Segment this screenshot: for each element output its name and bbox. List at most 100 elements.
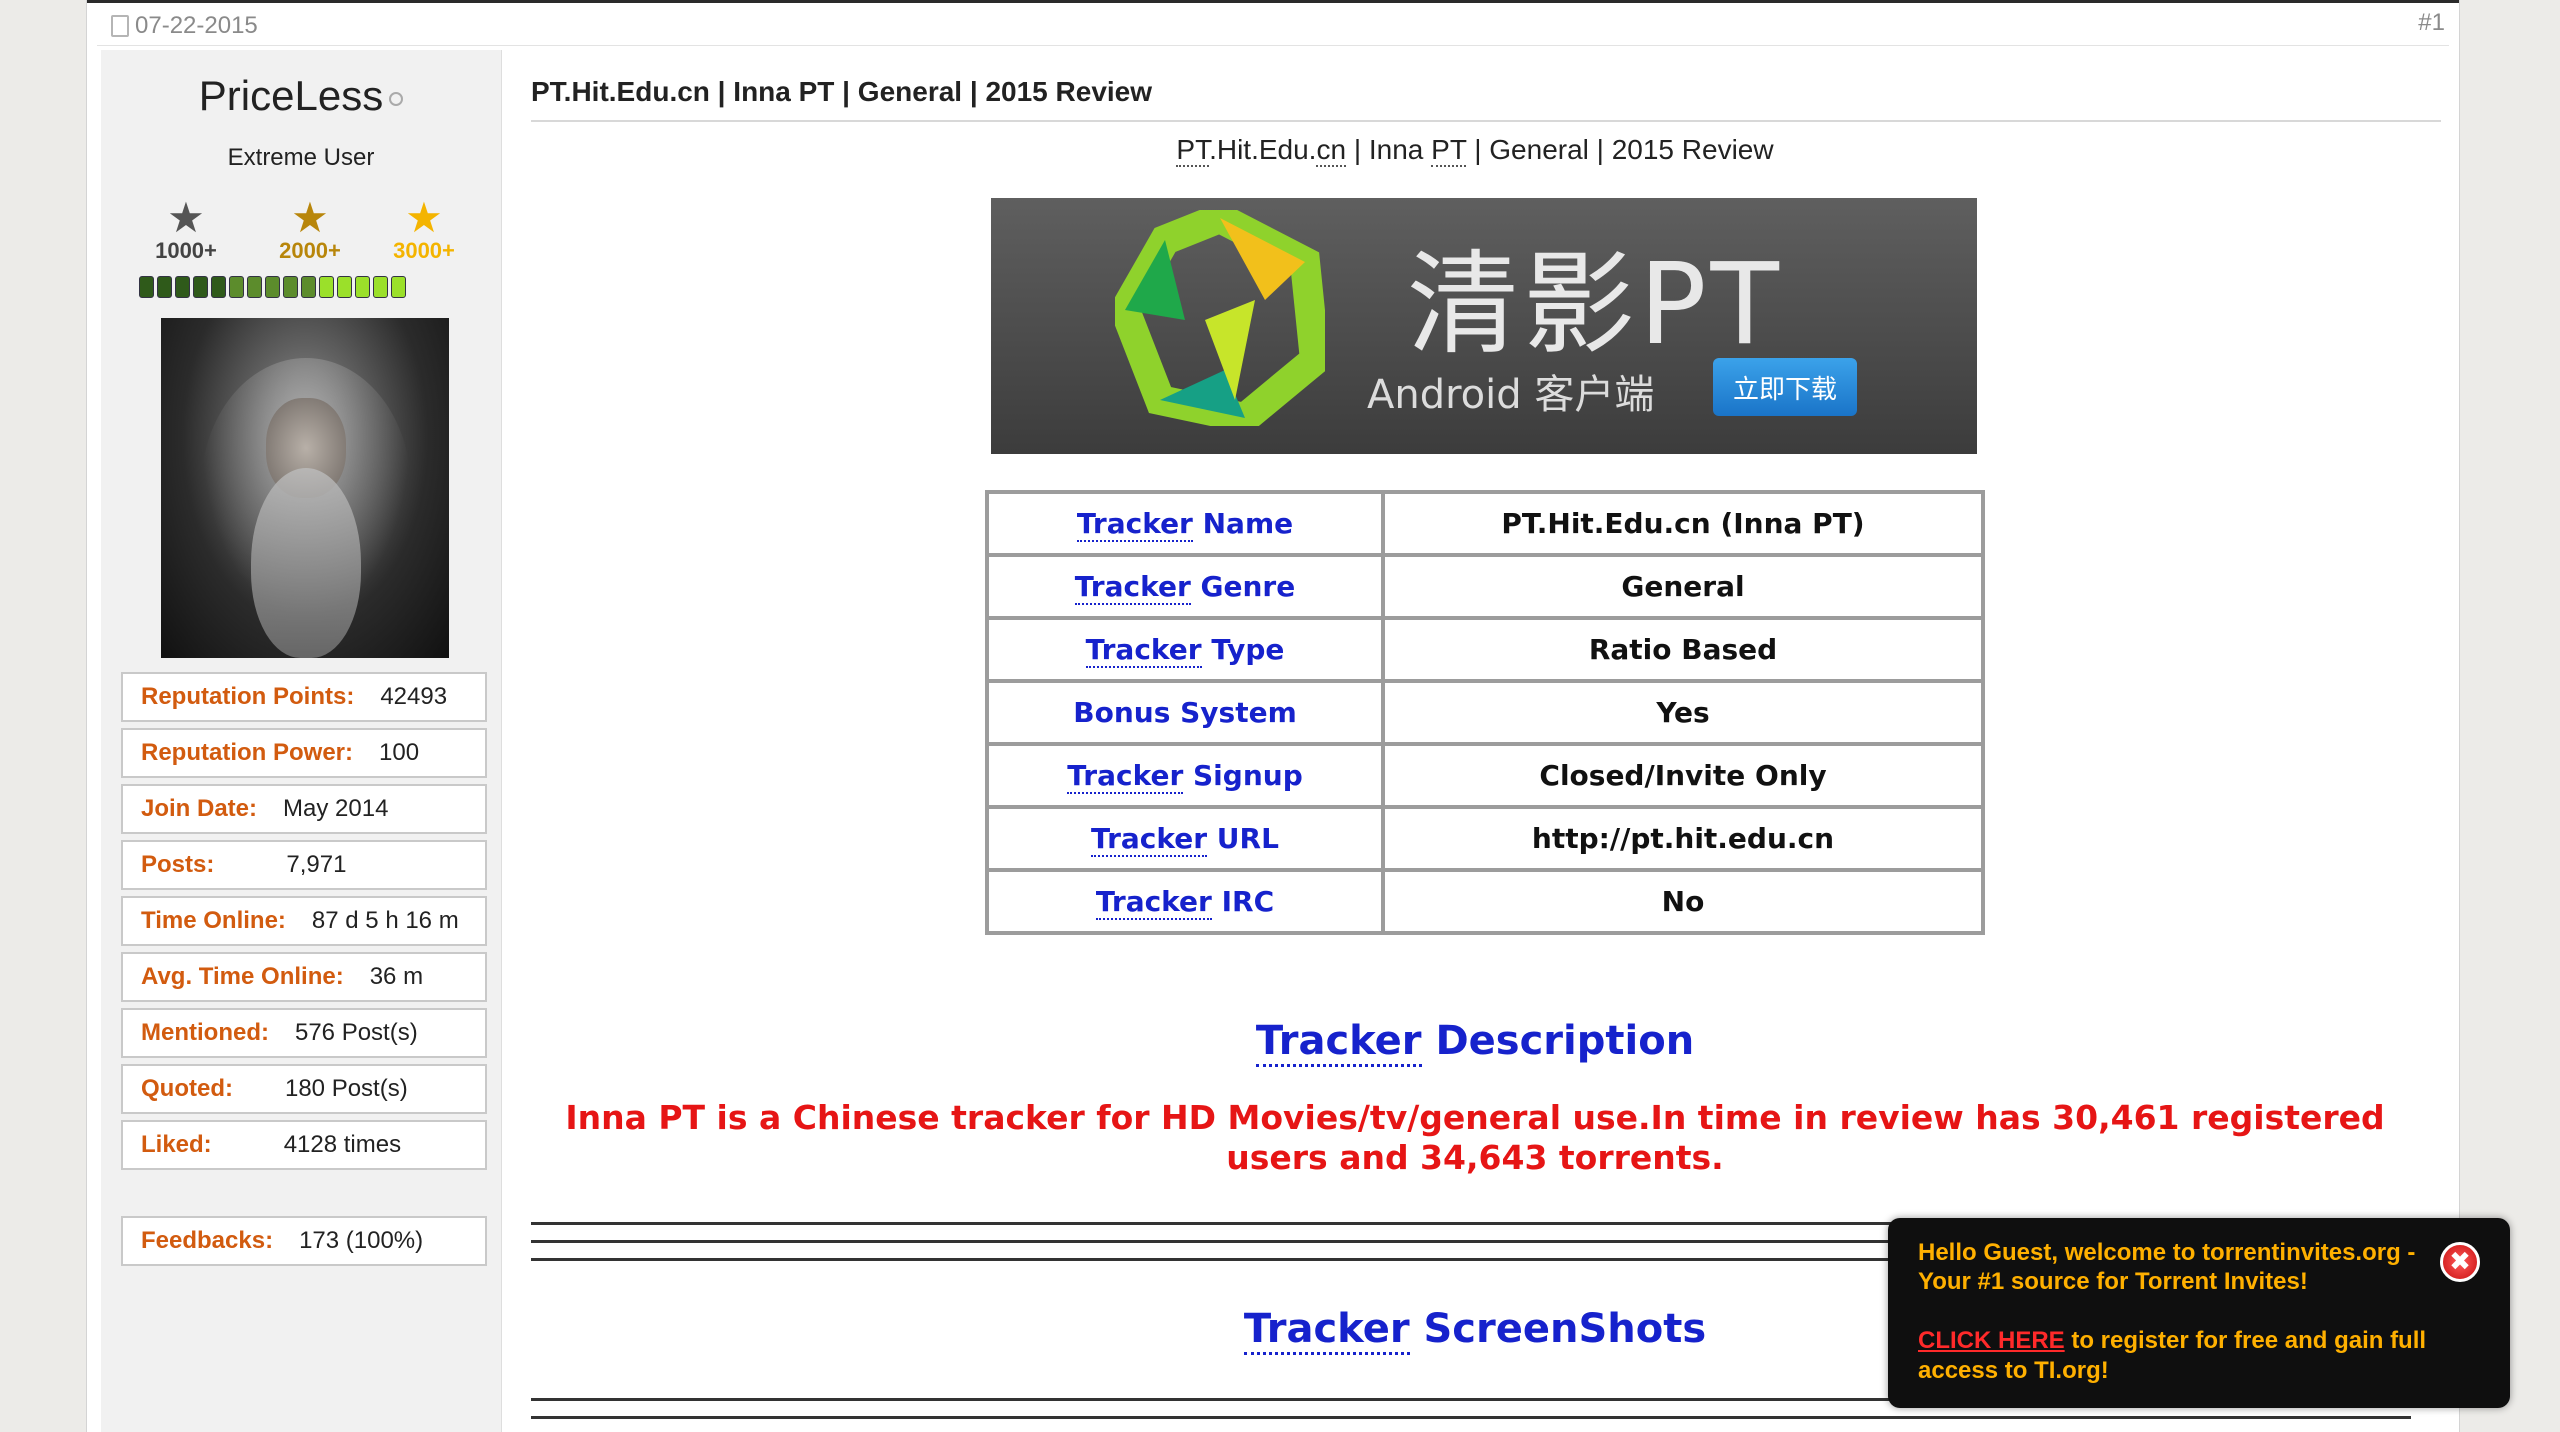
- keyword-link[interactable]: PT: [1176, 134, 1210, 167]
- post-date: 07-22-2015: [111, 12, 258, 40]
- tracker-description: Inna PT is a Chinese tracker for HD Movi…: [565, 1098, 2385, 1177]
- keyword-link[interactable]: cn: [1316, 134, 1347, 167]
- award-label: 1000+: [155, 238, 217, 263]
- award-3000: ★ 3000+: [369, 196, 479, 264]
- stat-row: Time Online: 87 d 5 h 16 m: [121, 896, 487, 946]
- tracker-key-text: IRC: [1211, 885, 1275, 918]
- stat-row: Quoted: 180 Post(s): [121, 1064, 487, 1114]
- keyword-link[interactable]: Tracker: [1243, 1306, 1410, 1355]
- offline-status-icon: [389, 91, 404, 106]
- tracker-row-value: General: [1381, 553, 1985, 620]
- star-icon: ★: [167, 194, 205, 241]
- download-now-button[interactable]: 立即下载: [1713, 358, 1857, 416]
- tracker-row-key: Bonus System: [985, 679, 1385, 746]
- post-header: 07-22-2015 #1: [97, 3, 2449, 46]
- stat-label: Time Online:: [141, 907, 286, 934]
- tracker-key-text: URL: [1207, 822, 1279, 855]
- reputation-segment: [157, 276, 172, 298]
- keyword-link[interactable]: Tracker: [1067, 759, 1184, 794]
- reputation-segment: [175, 276, 190, 298]
- post-title: PT.Hit.Edu.cn | Inna PT | General | 2015…: [531, 76, 1153, 107]
- reputation-segment: [301, 276, 316, 298]
- divider-line: [531, 1416, 2411, 1419]
- stat-row: Reputation Points: 42493: [121, 672, 487, 722]
- tracker-row: Tracker IRC No: [985, 868, 1985, 935]
- reputation-bar: [139, 276, 406, 300]
- tracker-row: Tracker URL http://pt.hit.edu.cn: [985, 805, 1985, 872]
- reputation-segment: [247, 276, 262, 298]
- user-avatar[interactable]: [161, 318, 449, 658]
- reputation-segment: [319, 276, 334, 298]
- tracker-row-key: Tracker Signup: [985, 742, 1385, 809]
- stat-row: Avg. Time Online: 36 m: [121, 952, 487, 1002]
- tracker-row-value: Ratio Based: [1381, 616, 1985, 683]
- click-here-link[interactable]: CLICK HERE: [1918, 1327, 2065, 1354]
- tracker-info-table: Tracker Name PT.Hit.Edu.cn (Inna PT) Track…: [985, 490, 1985, 935]
- popup-welcome-text: Hello Guest, welcome to torrentinvites.o…: [1918, 1239, 2416, 1295]
- tracker-row-key: Tracker URL: [985, 805, 1385, 872]
- stat-row: Reputation Power: 100: [121, 728, 487, 778]
- subtitle-text: | Inna: [1346, 134, 1432, 165]
- award-label: 2000+: [279, 238, 341, 263]
- qingying-logo-icon: [1115, 210, 1325, 426]
- keyword-link[interactable]: PT: [1431, 134, 1467, 167]
- keyword-link[interactable]: Tracker: [1074, 570, 1191, 605]
- keyword-link[interactable]: Tracker: [1095, 885, 1212, 920]
- reputation-segment: [139, 276, 154, 298]
- stat-label: Liked:: [141, 1131, 212, 1158]
- post-subtitle: PT.Hit.Edu.cn | Inna PT | General | 2015…: [531, 134, 2419, 167]
- tracker-row: Tracker Signup Closed/Invite Only: [985, 742, 1985, 809]
- reputation-segment: [193, 276, 208, 298]
- tracker-row-key: Tracker Name: [985, 490, 1385, 557]
- stat-value: May 2014: [283, 795, 389, 822]
- stat-value: 42493: [380, 683, 448, 710]
- stat-value: 180 Post(s): [284, 1075, 408, 1102]
- stat-value: 87 d 5 h 16 m: [311, 907, 459, 934]
- popup-register-text: CLICK HERE to register for free and gain…: [1918, 1326, 2458, 1386]
- user-stats: Reputation Points: 42493 Reputation Power…: [121, 672, 487, 1176]
- tracker-row-value: No: [1381, 868, 1985, 935]
- tracker-key-text: Name: [1192, 507, 1294, 540]
- keyword-link[interactable]: Tracker: [1085, 633, 1202, 668]
- banner-subtitle: Android 客户端: [1367, 372, 1655, 418]
- stat-label: Join Date:: [141, 795, 258, 822]
- stat-value: 576 Post(s): [294, 1019, 418, 1046]
- keyword-link[interactable]: Tracker: [1255, 1018, 1422, 1067]
- subtitle-text: | General | 2015 Review: [1466, 134, 1774, 165]
- post-number-link[interactable]: #1: [2418, 9, 2445, 37]
- post-date-text: 07-22-2015: [135, 12, 258, 39]
- stat-row: Join Date: May 2014: [121, 784, 487, 834]
- username[interactable]: PriceLess: [101, 72, 501, 120]
- award-label: 3000+: [393, 238, 455, 263]
- tracker-row: Tracker Type Ratio Based: [985, 616, 1985, 683]
- user-awards: ★ 1000+ ★ 2000+ ★ 3000+: [141, 196, 481, 264]
- stat-value: 7,971: [286, 851, 347, 878]
- stat-label: Posts:: [141, 851, 215, 878]
- page-icon: [111, 15, 129, 37]
- username-link[interactable]: PriceLess: [199, 72, 383, 119]
- keyword-link[interactable]: Tracker: [1076, 507, 1193, 542]
- app-banner-image[interactable]: 清影PT Android 客户端 立即下载: [991, 198, 1977, 454]
- stat-row: Mentioned: 576 Post(s): [121, 1008, 487, 1058]
- stat-label: Reputation Points:: [141, 683, 355, 710]
- user-title: Extreme User: [227, 144, 375, 171]
- close-icon[interactable]: ✖: [2440, 1242, 2480, 1282]
- reputation-segment: [265, 276, 280, 298]
- reputation-segment: [229, 276, 244, 298]
- feedback-box: Feedbacks: 173 (100%): [121, 1216, 487, 1272]
- user-sidebar: PriceLess Extreme User ★ 1000+ ★ 2000+ ★…: [101, 50, 502, 1432]
- tracker-row-value: Yes: [1381, 679, 1985, 746]
- stat-label: Avg. Time Online:: [141, 963, 344, 990]
- tracker-row-key: Tracker IRC: [985, 868, 1385, 935]
- reputation-segment: [373, 276, 388, 298]
- tracker-row-key: Tracker Genre: [985, 553, 1385, 620]
- keyword-link[interactable]: Tracker: [1091, 822, 1208, 857]
- tracker-key-text: Genre: [1190, 570, 1296, 603]
- star-icon: ★: [405, 194, 443, 241]
- stat-label: Reputation Power:: [141, 739, 354, 766]
- stat-label: Mentioned:: [141, 1019, 269, 1046]
- stat-value: 100: [379, 739, 420, 766]
- feedback-value: 173 (100%): [299, 1227, 424, 1254]
- banner-title: 清影PT: [1407, 240, 1783, 370]
- reputation-segment: [355, 276, 370, 298]
